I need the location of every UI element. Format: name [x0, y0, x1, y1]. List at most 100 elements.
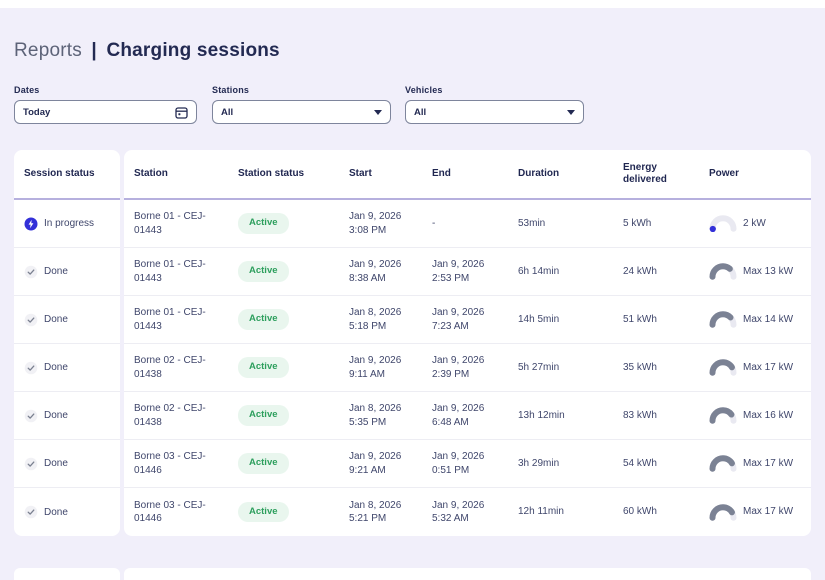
table-row-session-status[interactable]: Done — [14, 488, 120, 536]
duration-cell: 12h 11min — [518, 506, 564, 518]
station-cell: Borne 02 - CEJ-01438 — [134, 355, 206, 380]
power-gauge-icon — [709, 503, 737, 521]
next-section-left-partial — [14, 568, 120, 580]
session-status-column-card: Session status In progress Done Done Don… — [14, 150, 120, 536]
start-time: 5:18 PM — [349, 320, 387, 332]
end-date: Jan 9, 2026 — [432, 499, 485, 511]
page-title-main: Charging sessions — [106, 40, 280, 61]
power-cell: Max 17 kW — [709, 503, 811, 521]
power-gauge-icon — [709, 455, 737, 472]
stations-filter: Stations All — [212, 85, 391, 124]
energy-cell: 24 kWh — [623, 265, 657, 277]
table-header-right: Station Station status Start End Duratio… — [124, 150, 811, 200]
power-label: 2 kW — [743, 217, 766, 229]
start-time: 9:21 AM — [349, 464, 386, 476]
session-status-label: Done — [44, 410, 68, 421]
table-row[interactable]: Borne 01 - CEJ-01443 Active Jan 9, 2026 … — [124, 248, 811, 296]
power-label: Max 13 kW — [743, 265, 794, 277]
duration-cell: 53min — [518, 217, 546, 229]
power-gauge-icon — [709, 359, 737, 376]
start-time: 9:11 AM — [349, 368, 385, 380]
dates-label: Dates — [14, 85, 40, 95]
table-row-session-status[interactable]: In progress — [14, 200, 120, 248]
power-cell: Max 14 kW — [709, 311, 811, 328]
stations-value: All — [221, 106, 234, 118]
table-row-session-status[interactable]: Done — [14, 344, 120, 392]
end-time: 2:39 PM — [432, 368, 470, 380]
column-header-start: Start — [349, 167, 372, 179]
station-cell: Borne 02 - CEJ-01438 — [134, 403, 206, 428]
power-label: Max 16 kW — [743, 409, 794, 421]
power-cell: Max 17 kW — [709, 455, 811, 472]
table-row[interactable]: Borne 01 - CEJ-01443 Active Jan 9, 2026 … — [124, 200, 811, 248]
table-row-session-status[interactable]: Done — [14, 296, 120, 344]
next-section-right-partial — [124, 568, 811, 580]
vehicles-value: All — [414, 106, 427, 118]
end-date: Jan 9, 2026 — [432, 307, 485, 318]
power-label: Max 17 kW — [743, 506, 794, 518]
end-date: - — [432, 217, 436, 229]
start-cell: Jan 8, 2026 5:21 PM — [349, 499, 432, 526]
table-body-left: In progress Done Done Done Done Done Don… — [14, 200, 120, 536]
done-check-icon — [24, 361, 38, 374]
energy-cell: 83 kWh — [623, 409, 657, 421]
table-row[interactable]: Borne 02 - CEJ-01438 Active Jan 8, 2026 … — [124, 392, 811, 440]
energy-cell: 51 kWh — [623, 313, 657, 325]
energy-cell: 35 kWh — [623, 361, 657, 373]
station-status-cell: Active — [238, 213, 349, 234]
start-date: Jan 8, 2026 — [349, 499, 402, 511]
status-badge: Active — [238, 357, 289, 378]
column-header-session-status: Session status — [24, 167, 95, 179]
station-cell: Borne 01 - CEJ-01443 — [134, 211, 206, 236]
calendar-icon[interactable] — [175, 106, 188, 119]
start-date: Jan 9, 2026 — [349, 355, 402, 366]
end-cell: Jan 9, 2026 0:51 PM — [432, 450, 518, 477]
table-row-session-status[interactable]: Done — [14, 248, 120, 296]
duration-cell: 14h 5min — [518, 313, 560, 325]
duration-cell: 13h 12min — [518, 409, 565, 421]
vehicles-filter: Vehicles All — [405, 85, 584, 124]
end-cell: - — [432, 217, 518, 231]
end-date: Jan 9, 2026 — [432, 259, 485, 270]
start-date: Jan 8, 2026 — [349, 403, 402, 414]
done-check-icon — [24, 313, 38, 326]
end-cell: Jan 9, 2026 6:48 AM — [432, 402, 518, 429]
station-cell: Borne 03 - CEJ-01446 — [134, 451, 206, 476]
table-row[interactable]: Borne 03 - CEJ-01446 Active Jan 9, 2026 … — [124, 440, 811, 488]
station-status-cell: Active — [238, 357, 349, 378]
table-row[interactable]: Borne 03 - CEJ-01446 Active Jan 8, 2026 … — [124, 488, 811, 536]
sessions-table: Session status In progress Done Done Don… — [14, 150, 811, 536]
column-header-station: Station — [134, 167, 168, 179]
station-status-cell: Active — [238, 453, 349, 474]
done-check-icon — [24, 505, 38, 519]
breadcrumb-reports: Reports — [14, 40, 82, 61]
vehicles-select[interactable]: All — [405, 100, 584, 124]
dates-input[interactable]: Today — [14, 100, 197, 124]
power-cell: 2 kW — [709, 215, 811, 232]
station-cell: Borne 01 - CEJ-01443 — [134, 307, 206, 332]
start-date: Jan 9, 2026 — [349, 211, 402, 222]
session-status-label: In progress — [44, 218, 95, 229]
end-time: 7:23 AM — [432, 320, 469, 332]
table-row[interactable]: Borne 01 - CEJ-01443 Active Jan 8, 2026 … — [124, 296, 811, 344]
session-status-label: Done — [44, 506, 68, 518]
table-row-session-status[interactable]: Done — [14, 392, 120, 440]
table-row-session-status[interactable]: Done — [14, 440, 120, 488]
power-cell: Max 16 kW — [709, 407, 811, 424]
stations-select[interactable]: All — [212, 100, 391, 124]
power-gauge-icon — [709, 263, 737, 280]
session-status-label: Done — [44, 266, 68, 277]
power-cell: Max 17 kW — [709, 359, 811, 376]
status-badge: Active — [238, 213, 289, 234]
station-status-cell: Active — [238, 405, 349, 426]
chevron-down-icon — [374, 109, 382, 115]
energy-cell: 60 kWh — [623, 506, 657, 518]
chevron-down-icon — [567, 109, 575, 115]
start-time: 3:08 PM — [349, 224, 387, 236]
table-row[interactable]: Borne 02 - CEJ-01438 Active Jan 9, 2026 … — [124, 344, 811, 392]
power-gauge-icon — [709, 407, 737, 424]
start-cell: Jan 8, 2026 5:18 PM — [349, 306, 432, 333]
page-title: Reports | Charging sessions — [14, 40, 280, 62]
end-date: Jan 9, 2026 — [432, 355, 485, 366]
start-date: Jan 9, 2026 — [349, 259, 402, 270]
